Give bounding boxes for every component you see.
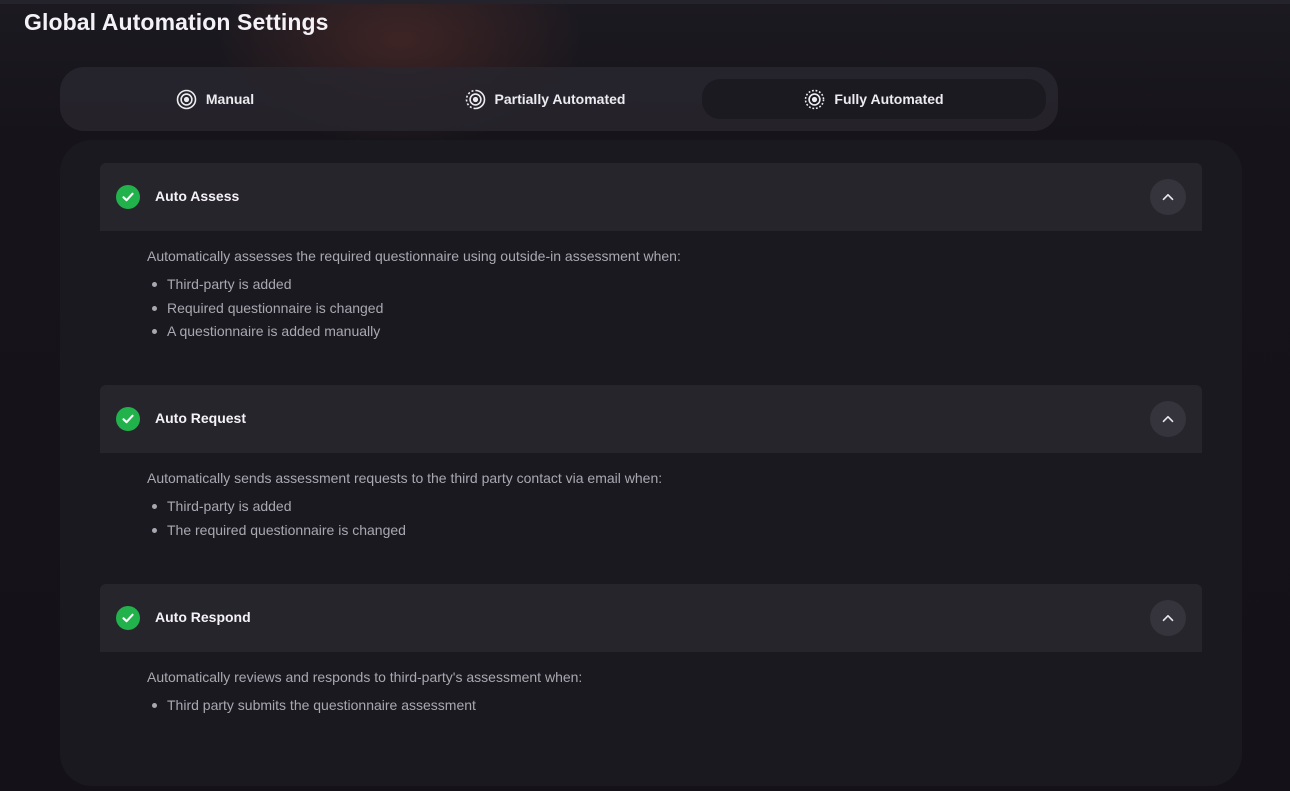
trigger-list: Third party submits the questionnaire as… [147,696,582,714]
section-body-auto-request: Automatically sends assessment requests … [147,469,662,544]
list-item: Third party submits the questionnaire as… [147,696,582,714]
tab-partially-automated[interactable]: Partially Automated [390,79,700,119]
radio-target-icon [176,89,197,110]
check-circle-icon [116,407,140,431]
collapse-button-auto-request[interactable] [1150,401,1186,437]
tab-partially-automated-label: Partially Automated [494,91,626,107]
tab-fully-automated-label: Fully Automated [834,91,944,107]
section-header-auto-request[interactable]: Auto Request [100,385,1202,453]
section-description: Automatically sends assessment requests … [147,470,663,486]
collapse-button-auto-assess[interactable] [1150,179,1186,215]
list-item: Required questionnaire is changed [147,299,681,317]
list-item: Third-party is added [147,275,681,293]
automation-mode-switch: Manual Partially Automated Fully Automat… [60,67,1058,131]
section-description: Automatically assesses the required ques… [147,248,681,264]
section-title-auto-assess: Auto Assess [155,188,240,204]
chevron-up-icon [1162,415,1174,423]
list-item: A questionnaire is added manually [147,322,681,340]
collapse-button-auto-respond[interactable] [1150,600,1186,636]
trigger-list: Third-party is added The required questi… [147,497,662,539]
section-body-auto-respond: Automatically reviews and responds to th… [147,668,582,720]
section-header-auto-respond[interactable]: Auto Respond [100,584,1202,652]
check-circle-icon [116,606,140,630]
page-title: Global Automation Settings [24,9,329,35]
section-description: Automatically reviews and responds to th… [147,669,583,685]
tab-fully-automated[interactable]: Fully Automated [702,79,1046,119]
section-body-auto-assess: Automatically assesses the required ques… [147,247,681,346]
chevron-up-icon [1162,614,1174,622]
dotted-target-icon [804,89,825,110]
list-item: Third-party is added [147,497,662,515]
trigger-list: Third-party is added Required questionna… [147,275,681,340]
list-item: The required questionnaire is changed [147,521,662,539]
section-header-auto-assess[interactable]: Auto Assess [100,163,1202,231]
tab-manual[interactable]: Manual [70,79,360,119]
top-border [0,0,1290,4]
section-title-auto-respond: Auto Respond [155,609,251,625]
check-circle-icon [116,185,140,209]
partial-target-icon [465,89,486,110]
section-title-auto-request: Auto Request [155,410,246,426]
automation-settings-panel: Auto Assess Automatically assesses the r… [60,140,1242,786]
chevron-up-icon [1162,193,1174,201]
tab-manual-label: Manual [205,91,255,107]
